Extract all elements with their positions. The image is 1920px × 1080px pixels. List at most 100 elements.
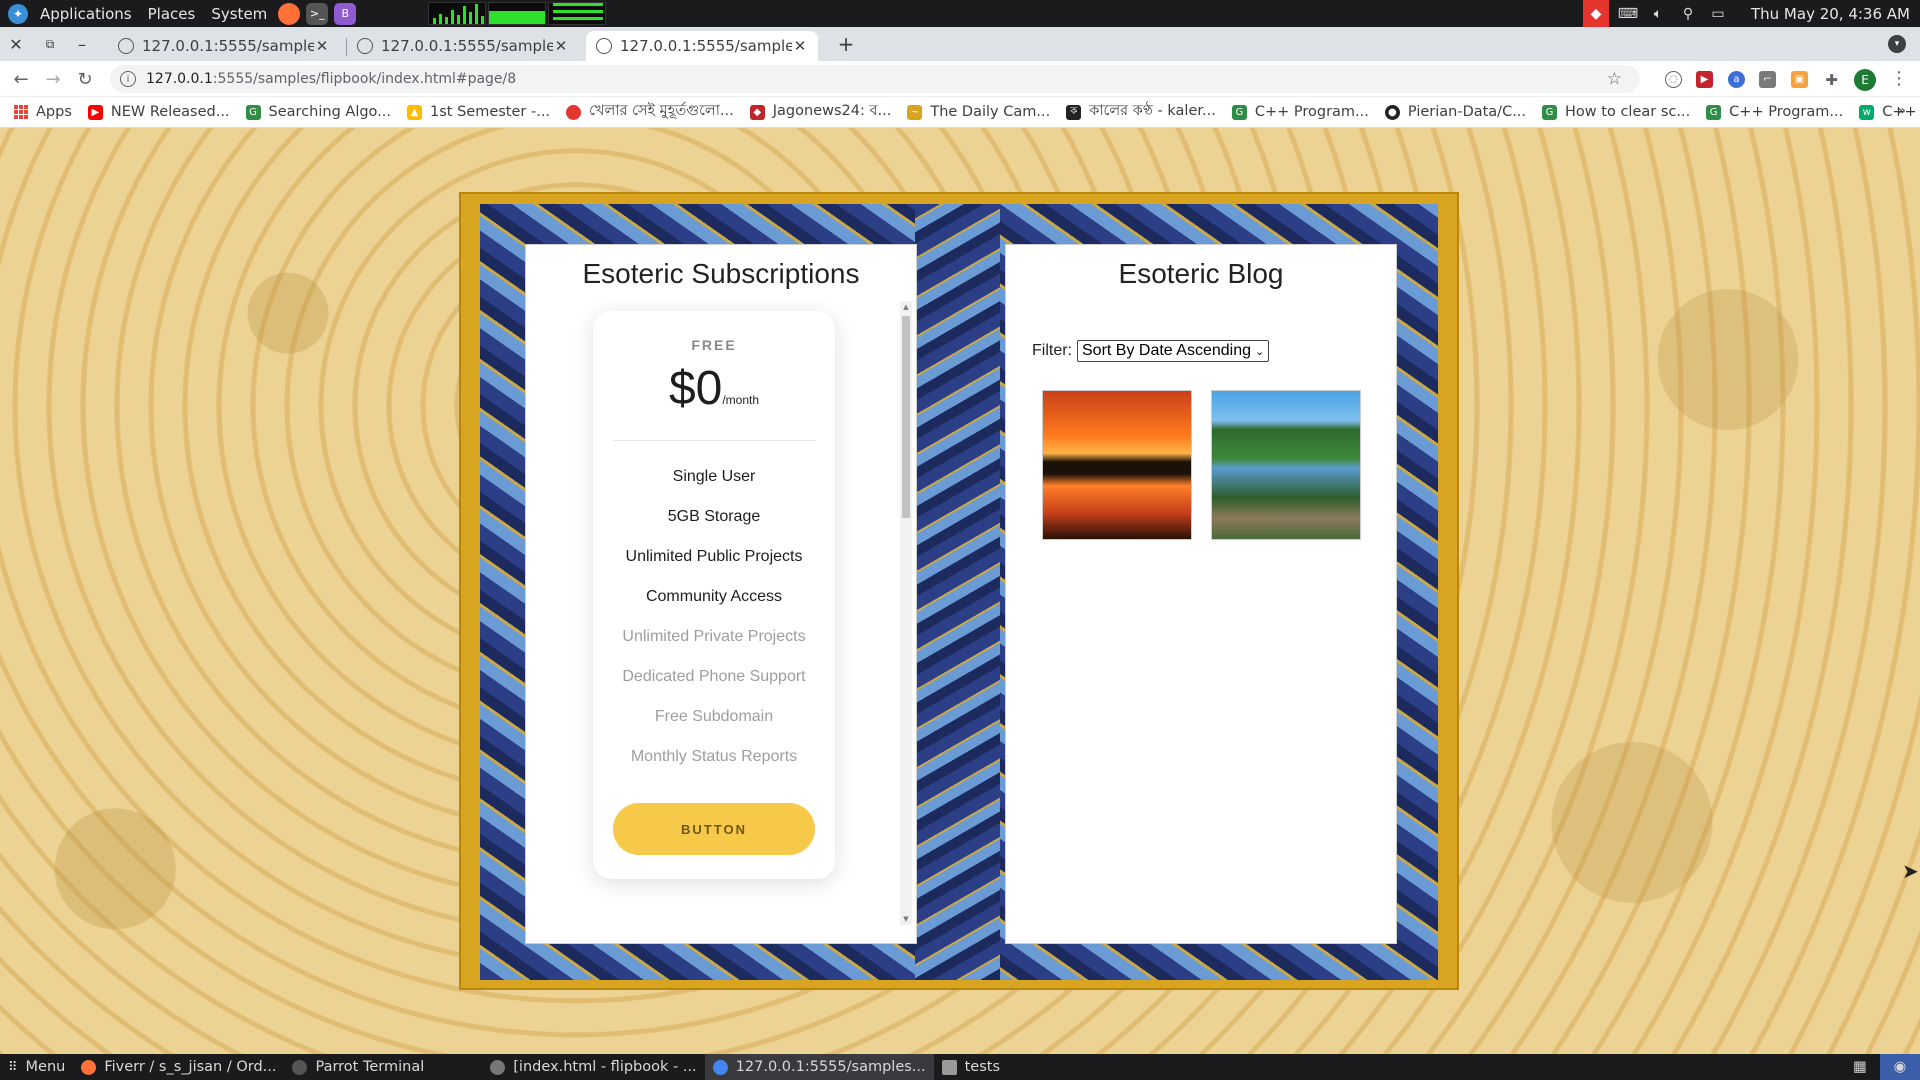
taskbar-item[interactable]: tests — [934, 1054, 1008, 1080]
bookmark-item[interactable]: ◆ Jagonews24: ব... — [749, 100, 892, 124]
menu-label: Menu — [25, 1059, 66, 1075]
subscribe-button[interactable]: BUTTON — [613, 803, 815, 855]
bookmark-label: Jagonews24: ব... — [772, 103, 892, 119]
taskbar-item-label: 127.0.0.1:5555/samples... — [735, 1059, 926, 1075]
firefox-launcher-icon[interactable] — [278, 2, 301, 25]
forward-button[interactable]: → — [41, 67, 65, 91]
bookmark-item[interactable]: ● Pierian-Data/C... — [1384, 104, 1526, 120]
taskbar-item-label: tests — [964, 1059, 1001, 1075]
bookmark-label: 1st Semester -... — [430, 104, 551, 120]
window-restore-icon[interactable]: ⧉ — [40, 34, 60, 54]
menu-grid-icon: ⠿ — [8, 1059, 18, 1075]
flipbook: Esoteric Subscriptions FREE $0/month Sin… — [459, 192, 1459, 990]
taskbar-item-label: Fiverr / s_s_jisan / Ord... — [104, 1059, 277, 1075]
terminal-icon — [292, 1059, 308, 1075]
taskbar-item-active[interactable]: 127.0.0.1:5555/samples... — [704, 1054, 934, 1080]
bookmark-red-icon — [566, 104, 582, 120]
keyboard-tray-icon[interactable]: ⌨ — [1618, 5, 1638, 23]
scrollbar-thumb[interactable] — [902, 316, 910, 518]
bookmark-item[interactable]: ▶ NEW Released... — [87, 104, 230, 120]
window-close-icon[interactable]: ✕ — [6, 34, 26, 54]
feature-item-disabled: Dedicated Phone Support — [622, 668, 806, 685]
globe-icon — [118, 38, 134, 54]
bookmark-label: Searching Algo... — [268, 104, 391, 120]
subscriptions-title: Esoteric Subscriptions — [582, 258, 860, 289]
extension-1-icon[interactable]: ◌ — [1665, 71, 1682, 88]
boardwalk-lake-image[interactable] — [1211, 390, 1361, 540]
url-path: :5555/samples/flipbook/index.html#page/8 — [212, 71, 517, 87]
browser-tab-1[interactable]: 127.0.0.1:5555/samples/fli ✕ — [108, 31, 340, 61]
notification-tray-icon[interactable]: ◆ — [1582, 0, 1609, 27]
tab-close-icon[interactable]: ✕ — [314, 37, 330, 55]
browser-tab-strip: ✕ ⧉ – 127.0.0.1:5555/samples/fli ✕ 127.0… — [0, 27, 1920, 61]
flipbook-page-right[interactable]: Esoteric Blog Filter: Sort By Date Ascen… — [1005, 244, 1397, 944]
browser-toolbar: ← → ↻ i 127.0.0.1:5555/samples/flipbook/… — [0, 61, 1920, 97]
extension-2-icon[interactable]: ▶ — [1696, 71, 1713, 88]
bookmark-item[interactable]: ~ The Daily Cam... — [907, 104, 1050, 120]
bookmark-item[interactable]: খেলার সেই মুহূর্তগুলো... — [566, 100, 734, 124]
bookmark-item[interactable]: G How to clear sc... — [1542, 104, 1690, 120]
taskbar-item[interactable]: Fiverr / s_s_jisan / Ord... — [73, 1054, 284, 1080]
feature-item: 5GB Storage — [667, 508, 761, 525]
bookmark-label: The Daily Cam... — [930, 104, 1051, 120]
bookmark-item[interactable]: G Searching Algo... — [245, 104, 391, 120]
bookmark-item[interactable]: G C++ Program... — [1706, 104, 1843, 120]
taskbar-item[interactable]: [index.html - flipbook - ... — [482, 1054, 704, 1080]
browser-tab-2[interactable]: 127.0.0.1:5555/samples/fli ✕ — [347, 31, 579, 61]
volume-tray-icon[interactable]: 🔈︎ — [1648, 5, 1668, 23]
bookmark-item[interactable]: wC++ Tutorial — [1859, 104, 1920, 120]
kalerkantho-icon: ক — [1066, 104, 1082, 120]
editor-launcher-icon[interactable]: B — [334, 2, 357, 25]
bookmark-apps[interactable]: Apps — [14, 104, 72, 120]
browser-menu-icon[interactable]: ⋮ — [1890, 68, 1908, 89]
parrot-logo-icon[interactable]: ✦ — [8, 3, 28, 24]
card-divider — [613, 440, 815, 441]
flipbook-page-left[interactable]: Esoteric Subscriptions FREE $0/month Sin… — [525, 244, 917, 944]
tab-close-icon[interactable]: ✕ — [792, 37, 808, 55]
filter-select[interactable]: Sort By Date Ascending ⌄ — [1077, 340, 1270, 362]
apps-grid-icon — [14, 105, 28, 119]
places-menu[interactable]: Places — [140, 0, 204, 27]
back-button[interactable]: ← — [9, 67, 33, 91]
address-bar[interactable]: i 127.0.0.1:5555/samples/flipbook/index.… — [110, 65, 1640, 93]
jagonews-icon: ◆ — [749, 104, 765, 120]
sunset-over-lake-image[interactable] — [1042, 390, 1192, 540]
editor-icon — [490, 1059, 506, 1075]
extensions-puzzle-icon[interactable]: ✚ — [1823, 71, 1840, 89]
applications-menu[interactable]: Applications — [32, 0, 140, 27]
workspace-switcher-icon[interactable]: ▦ — [1840, 1054, 1880, 1080]
tab-search-icon[interactable]: ▾ — [1888, 35, 1906, 53]
taskbar-item-label: [index.html - flipbook - ... — [513, 1059, 697, 1075]
reload-button[interactable]: ↻ — [73, 67, 97, 91]
window-minimize-icon[interactable]: – — [72, 34, 92, 54]
bookmark-item[interactable]: ক কালের কণ্ঠ - kaler... — [1066, 100, 1216, 124]
location-tray-icon[interactable]: ⚲ — [1678, 5, 1698, 23]
clock[interactable]: Thu May 20, 4:36 AM — [1733, 5, 1920, 23]
flipbook-cover: Esoteric Subscriptions FREE $0/month Sin… — [480, 204, 1438, 980]
bookmark-item[interactable]: ▲ 1st Semester -... — [407, 104, 550, 120]
bookmark-item[interactable]: G C++ Program... — [1231, 104, 1369, 120]
bookmarks-overflow-button[interactable]: » — [1897, 103, 1906, 119]
extension-3-icon[interactable]: a — [1728, 71, 1745, 88]
chrome-tray-icon[interactable]: ◉ — [1880, 1054, 1920, 1080]
extension-4-icon[interactable]: ⌐ — [1759, 71, 1776, 88]
start-menu-button[interactable]: ⠿ Menu — [0, 1054, 73, 1080]
system-menu[interactable]: System — [203, 0, 275, 27]
subscriptions-scrollbar[interactable]: ▲ ▼ — [900, 301, 912, 925]
extension-5-icon[interactable]: ▣ — [1791, 71, 1808, 88]
price-row: $0/month — [593, 361, 835, 416]
scroll-up-arrow-icon[interactable]: ▲ — [902, 303, 910, 311]
scroll-down-arrow-icon[interactable]: ▼ — [902, 915, 910, 923]
profile-avatar[interactable]: E — [1854, 69, 1876, 91]
taskbar-item[interactable]: Parrot Terminal — [284, 1054, 432, 1080]
new-tab-button[interactable]: + — [836, 32, 856, 56]
site-info-icon[interactable]: i — [120, 71, 136, 87]
bookmark-label: Apps — [36, 104, 72, 120]
tab-close-icon[interactable]: ✕ — [553, 37, 569, 55]
subscriptions-scroll-area[interactable]: FREE $0/month Single User 5GB Storage Un… — [526, 301, 918, 941]
globe-icon — [596, 38, 612, 54]
terminal-launcher-icon[interactable]: >_ — [306, 2, 329, 25]
bookmark-star-icon[interactable]: ☆ — [1607, 69, 1622, 89]
browser-tab-3-active[interactable]: 127.0.0.1:5555/samples/fli ✕ — [586, 31, 818, 61]
display-tray-icon[interactable]: ▭ — [1708, 5, 1728, 23]
